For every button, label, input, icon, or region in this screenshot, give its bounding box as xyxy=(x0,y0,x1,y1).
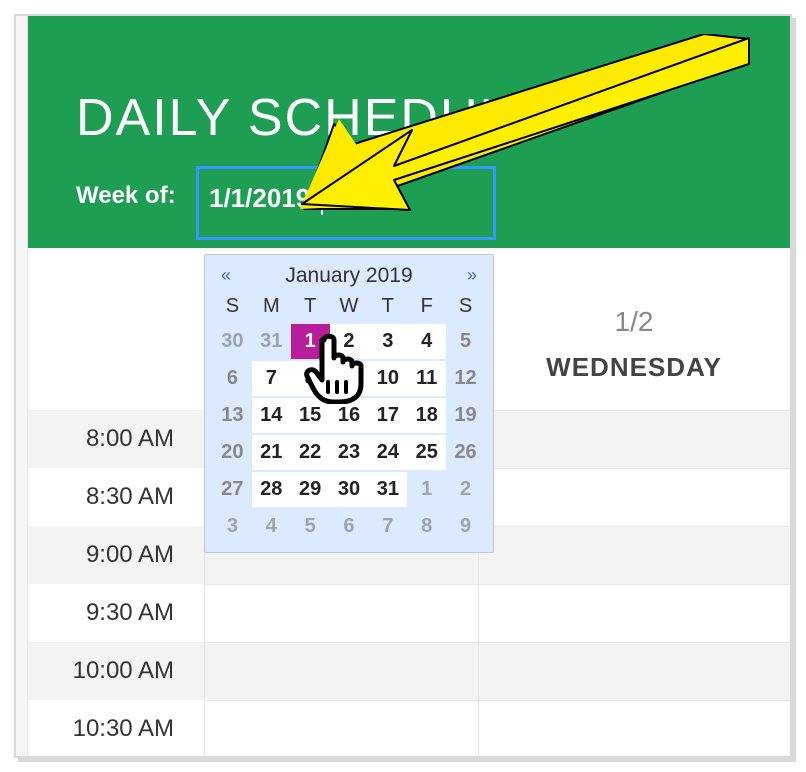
calendar-day[interactable]: 9 xyxy=(330,361,369,396)
calendar-day[interactable]: 7 xyxy=(368,509,407,544)
time-label: 8:00 AM xyxy=(28,425,204,453)
calendar-day[interactable]: 9 xyxy=(446,509,485,544)
time-label: 10:00 AM xyxy=(28,657,204,685)
calendar-day[interactable]: 4 xyxy=(407,324,446,359)
schedule-cell[interactable] xyxy=(204,700,478,758)
calendar-day[interactable]: 6 xyxy=(330,509,369,544)
calendar-day[interactable]: 1 xyxy=(407,472,446,507)
time-row: 9:30 AM xyxy=(28,584,790,642)
calendar-day[interactable]: 30 xyxy=(330,472,369,507)
schedule-cell[interactable] xyxy=(478,468,790,526)
schedule-cell[interactable] xyxy=(478,526,790,584)
time-row: 10:30 AM xyxy=(28,700,790,758)
calendar-day[interactable]: 20 xyxy=(213,435,252,470)
dow-label: S xyxy=(446,291,485,322)
calendar-day[interactable]: 12 xyxy=(446,361,485,396)
calendar-day[interactable]: 8 xyxy=(407,509,446,544)
calendar-day[interactable]: 10 xyxy=(368,361,407,396)
calendar-day[interactable]: 4 xyxy=(252,509,291,544)
schedule-frame: DAILY SCHEDULE Week of: 1/1/2019 1/2 WED… xyxy=(14,14,792,758)
calendar-day[interactable]: 19 xyxy=(446,398,485,433)
calendar-day[interactable]: 11 xyxy=(407,361,446,396)
calendar-day[interactable]: 23 xyxy=(330,435,369,470)
calendar-day[interactable]: 29 xyxy=(291,472,330,507)
dow-label: T xyxy=(368,291,407,322)
calendar-day[interactable]: 7 xyxy=(252,361,291,396)
calendar-day[interactable]: 5 xyxy=(446,324,485,359)
next-month-button[interactable]: » xyxy=(461,261,483,290)
schedule-cell[interactable] xyxy=(204,642,478,700)
calendar-day[interactable]: 30 xyxy=(213,324,252,359)
calendar-day[interactable]: 8 xyxy=(291,361,330,396)
time-label: 9:00 AM xyxy=(28,541,204,569)
date-picker-popup[interactable]: « January 2019 » SMTWTFS3031123456789101… xyxy=(204,254,494,553)
calendar-day[interactable]: 6 xyxy=(213,361,252,396)
header-banner: DAILY SCHEDULE Week of: 1/1/2019 xyxy=(28,16,790,248)
schedule-cell[interactable] xyxy=(478,584,790,642)
calendar-day[interactable]: 14 xyxy=(252,398,291,433)
calendar-day[interactable]: 2 xyxy=(446,472,485,507)
calendar-day[interactable]: 22 xyxy=(291,435,330,470)
day-column-date: 1/2 xyxy=(478,306,790,338)
week-of-date-cell[interactable]: 1/1/2019 xyxy=(196,166,496,240)
calendar-day[interactable]: 15 xyxy=(291,398,330,433)
day-column-header: 1/2 WEDNESDAY xyxy=(478,248,790,408)
calendar-day[interactable]: 26 xyxy=(446,435,485,470)
month-year-label[interactable]: January 2019 xyxy=(285,264,412,288)
time-label: 9:30 AM xyxy=(28,599,204,627)
calendar-day[interactable]: 31 xyxy=(368,472,407,507)
dow-label: M xyxy=(252,291,291,322)
calendar-day[interactable]: 27 xyxy=(213,472,252,507)
calendar-day[interactable]: 24 xyxy=(368,435,407,470)
time-label: 8:30 AM xyxy=(28,483,204,511)
calendar-day[interactable]: 5 xyxy=(291,509,330,544)
row-header-strip xyxy=(16,16,28,756)
page-title: DAILY SCHEDULE xyxy=(76,88,547,148)
date-picker-header: « January 2019 » xyxy=(213,261,485,291)
calendar-day[interactable]: 25 xyxy=(407,435,446,470)
calendar-day[interactable]: 2 xyxy=(330,324,369,359)
calendar-day[interactable]: 28 xyxy=(252,472,291,507)
calendar-day[interactable]: 31 xyxy=(252,324,291,359)
calendar-day[interactable]: 18 xyxy=(407,398,446,433)
calendar-day[interactable]: 17 xyxy=(368,398,407,433)
calendar-day[interactable]: 16 xyxy=(330,398,369,433)
date-picker-grid: SMTWTFS303112345678910111213141516171819… xyxy=(213,291,485,544)
calendar-day[interactable]: 3 xyxy=(368,324,407,359)
calendar-day[interactable]: 3 xyxy=(213,509,252,544)
dow-label: W xyxy=(330,291,369,322)
dow-label: S xyxy=(213,291,252,322)
dow-label: T xyxy=(291,291,330,322)
calendar-day[interactable]: 13 xyxy=(213,398,252,433)
time-label: 10:30 AM xyxy=(28,715,204,743)
calendar-day[interactable]: 1 xyxy=(291,324,330,359)
week-of-label: Week of: xyxy=(76,182,176,210)
calendar-day[interactable]: 21 xyxy=(252,435,291,470)
schedule-cell[interactable] xyxy=(478,410,790,468)
schedule-cell[interactable] xyxy=(478,642,790,700)
week-of-date-value: 1/1/2019 xyxy=(209,183,310,214)
schedule-cell[interactable] xyxy=(478,700,790,758)
schedule-cell[interactable] xyxy=(204,584,478,642)
time-row: 10:00 AM xyxy=(28,642,790,700)
day-column-name: WEDNESDAY xyxy=(478,352,790,383)
text-caret xyxy=(321,181,323,215)
prev-month-button[interactable]: « xyxy=(215,261,237,290)
dow-label: F xyxy=(407,291,446,322)
